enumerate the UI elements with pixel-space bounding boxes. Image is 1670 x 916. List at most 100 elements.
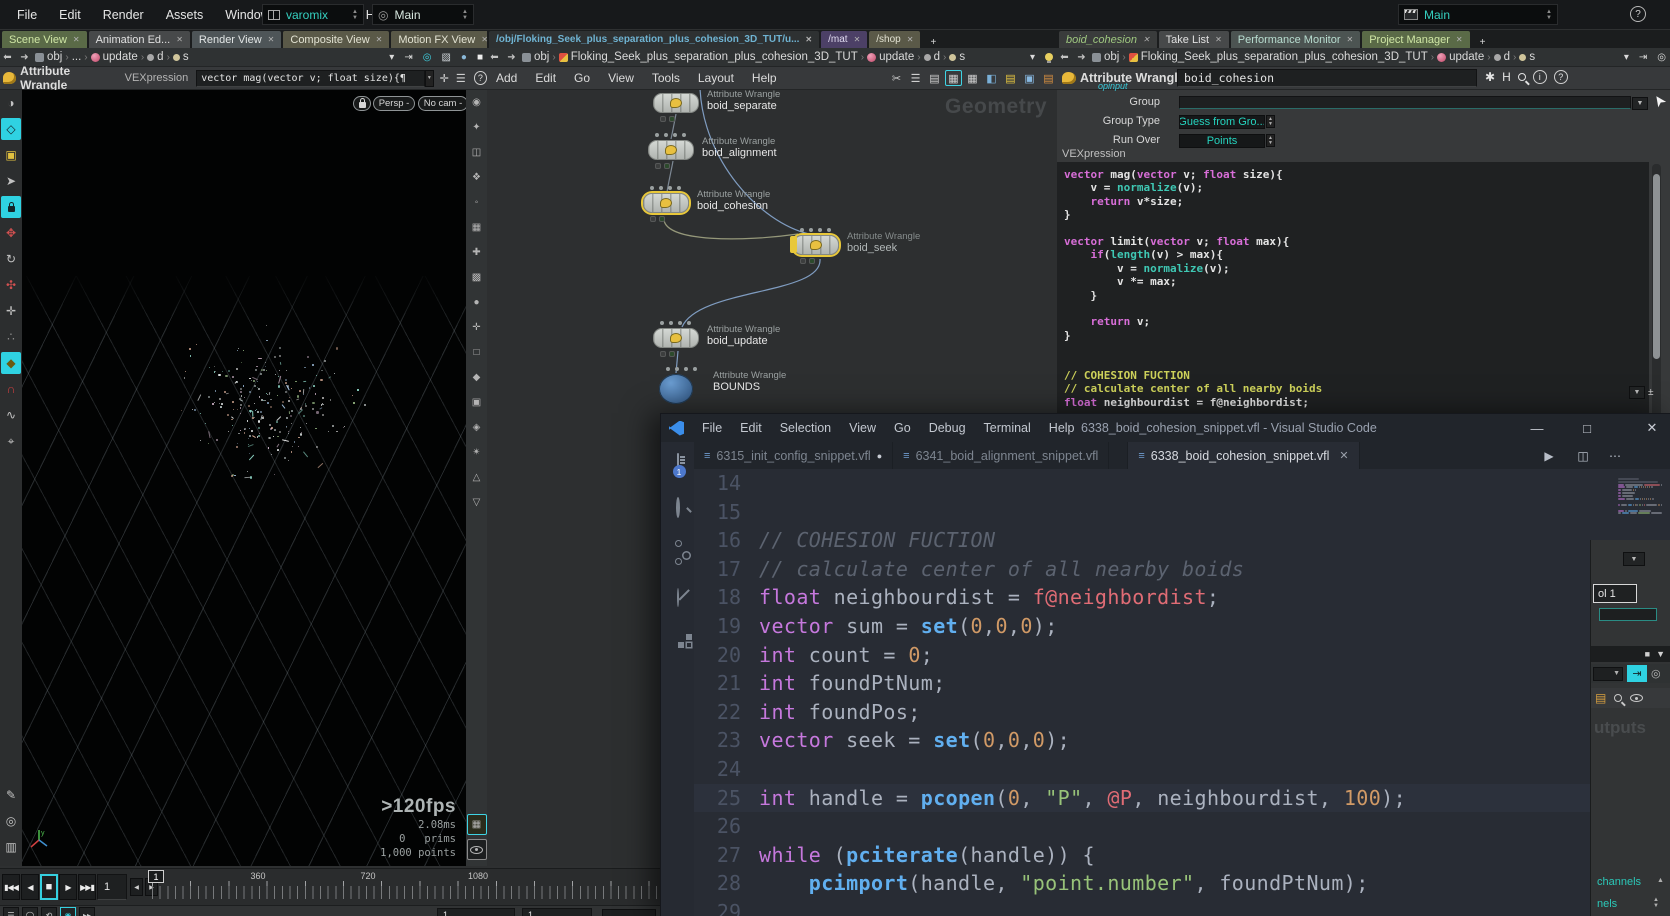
camera-tool[interactable]: ◎ xyxy=(1,810,21,832)
channels-label-2[interactable]: nels xyxy=(1597,898,1617,910)
vscode-tab-6315-init-config-snippet-vfl[interactable]: ≡6315_init_config_snippet.vfl● xyxy=(694,442,893,469)
close-icon[interactable]: ✕ xyxy=(1215,35,1222,44)
params-tab-boid-cohesion[interactable]: boid_cohesion✕ xyxy=(1059,31,1157,48)
clipped-field[interactable]: ol 1 xyxy=(1593,584,1637,603)
input-pip[interactable] xyxy=(800,228,804,232)
help-button[interactable]: ? xyxy=(1630,6,1646,22)
image-card-icon[interactable]: ▣ xyxy=(1021,70,1038,86)
shelf-set-selector[interactable]: Main ▲▼ xyxy=(1398,4,1558,25)
display-opt-13[interactable]: ▣ xyxy=(467,392,487,413)
scene-tab-motion-fx-view[interactable]: Motion FX View✕ xyxy=(391,31,495,48)
network-tab-obj-floking-seek-plus-separation-plus-cohesion-3d-tut-u[interactable]: /obj/Floking_Seek_plus_separation_plus_c… xyxy=(489,31,819,48)
code-line-15[interactable]: 15 xyxy=(694,498,1618,527)
node-boid-cohesion[interactable] xyxy=(643,193,689,213)
spinner-icon[interactable]: ▲▼ xyxy=(1266,115,1275,128)
close-icon[interactable]: ✕ xyxy=(1143,35,1150,44)
menu-edit[interactable]: Edit xyxy=(48,8,92,22)
param-dropdown-run-over[interactable]: Points xyxy=(1179,134,1265,148)
code-line-26[interactable]: 26 xyxy=(694,812,1618,841)
close-icon[interactable]: ✕ xyxy=(376,35,383,44)
houdini-logo-icon[interactable]: H xyxy=(1502,70,1511,84)
vscode-menu-selection[interactable]: Selection xyxy=(771,421,840,435)
network-menu-edit[interactable]: Edit xyxy=(526,71,565,85)
input-pip[interactable] xyxy=(684,367,688,371)
input-pip[interactable] xyxy=(827,228,831,232)
add-param-icon[interactable]: ✛ xyxy=(440,72,449,85)
display-opt-12[interactable]: ◆ xyxy=(467,367,487,388)
spinner-icon[interactable]: ▲▼ xyxy=(1546,9,1552,21)
sphere-icon[interactable]: ● xyxy=(461,52,467,63)
code-line-22[interactable]: 22int foundPos; xyxy=(694,698,1618,727)
lock-badge-icon[interactable] xyxy=(800,258,806,264)
select-geometry-tool[interactable]: ◇ xyxy=(1,118,21,140)
field-dropdown-icon[interactable]: ▼ xyxy=(425,70,434,87)
no-cam-pill[interactable]: No cam - xyxy=(418,96,466,111)
scene-crumb-update[interactable]: update xyxy=(90,51,139,63)
search-icon[interactable] xyxy=(1614,694,1622,702)
group-menu-icon[interactable]: ▼ xyxy=(1632,97,1648,110)
network-menu-view[interactable]: View xyxy=(599,71,643,85)
search-icon[interactable] xyxy=(1518,73,1526,81)
close-icon[interactable]: ✕ xyxy=(73,35,80,44)
lock-badge-icon[interactable] xyxy=(660,351,666,357)
modified-dot-icon[interactable]: ● xyxy=(877,451,882,461)
target-tool[interactable]: ⌖ xyxy=(1,430,21,452)
node-boid-alignment[interactable] xyxy=(648,140,694,160)
network-menu-layout[interactable]: Layout xyxy=(689,71,743,85)
info-icon[interactable]: i xyxy=(1533,70,1547,84)
forward-arrow-icon[interactable]: ➜ xyxy=(17,52,32,63)
play-reverse-button[interactable]: ◀ xyxy=(21,874,39,900)
pane-square-icon[interactable]: ■ xyxy=(1645,649,1650,659)
search-icon[interactable] xyxy=(676,499,680,517)
display-opt-4[interactable]: ❖ xyxy=(467,167,487,188)
path-dropdown-icon[interactable]: ▾ xyxy=(389,52,394,63)
code-line-28[interactable]: 28 pcimport(handle, "point.number", foun… xyxy=(694,869,1618,898)
grid-layout-icon[interactable]: ▦ xyxy=(945,70,962,86)
code-line-23[interactable]: 23vector seek = set(0,0,0); xyxy=(694,726,1618,755)
input-pip[interactable] xyxy=(818,228,822,232)
params-crumb-obj[interactable]: obj xyxy=(1091,51,1120,63)
display-badge-icon[interactable] xyxy=(809,258,815,264)
help-icon[interactable]: ? xyxy=(1554,70,1568,84)
view-tool[interactable]: ◑ xyxy=(1,92,21,114)
menu-icon[interactable]: ☰ xyxy=(3,907,19,916)
collapse-icon[interactable]: ▲ xyxy=(1657,877,1664,884)
display-badge-icon[interactable] xyxy=(659,216,665,222)
cube-icon[interactable]: ▧ xyxy=(441,52,450,63)
code-line-24[interactable]: 24 xyxy=(694,755,1618,784)
spinner-icon[interactable]: ▲▼ xyxy=(1653,897,1659,909)
input-pip[interactable] xyxy=(655,133,659,137)
close-icon[interactable]: ✕ xyxy=(1347,35,1354,44)
pane-menu-icon[interactable]: ▼ xyxy=(1656,649,1665,659)
node-boid-separate[interactable] xyxy=(653,93,699,113)
code-menu-icon[interactable]: ▼ xyxy=(1629,386,1645,399)
pin-icon[interactable]: ⇥ xyxy=(1639,52,1647,63)
network-menu-go[interactable]: Go xyxy=(565,71,599,85)
input-pip[interactable] xyxy=(664,133,668,137)
vscode-minimap[interactable] xyxy=(1618,472,1662,518)
rotate-tool[interactable]: ↻ xyxy=(1,248,21,270)
grid-layout2-icon[interactable]: ▦ xyxy=(964,70,981,86)
network-crumb-d[interactable]: d xyxy=(923,51,941,63)
explorer-icon[interactable]: 1 xyxy=(677,454,679,472)
display-opt-3[interactable]: ◫ xyxy=(467,142,487,163)
slate-tool[interactable]: ▥ xyxy=(1,836,21,858)
channels-label[interactable]: channels xyxy=(1597,876,1641,888)
display-badge-icon[interactable] xyxy=(669,351,675,357)
perspective-pill[interactable]: Persp - xyxy=(373,96,415,111)
pose-tool[interactable]: ✛ xyxy=(1,300,21,322)
input-pip[interactable] xyxy=(666,367,670,371)
range-start-field[interactable]: 1 xyxy=(437,908,515,916)
network-menu-add[interactable]: Add xyxy=(487,71,526,85)
range-icon[interactable]: ▸▸ xyxy=(79,907,95,916)
new-tab-button[interactable]: + xyxy=(1480,37,1486,48)
range-slider[interactable] xyxy=(602,909,656,916)
layout-selector[interactable]: ◎ Main ▲▼ xyxy=(372,4,474,25)
code-line-27[interactable]: 27while (pciterate(handle)) { xyxy=(694,841,1618,870)
code-line-25[interactable]: 25int handle = pcopen(0, "P", @P, neighb… xyxy=(694,784,1618,813)
display-opt-1[interactable]: ◉ xyxy=(467,92,487,113)
snapshot-icon[interactable]: ■ xyxy=(477,52,483,63)
playhead-flag[interactable]: 1 xyxy=(148,870,164,883)
close-icon[interactable]: ✕ xyxy=(176,35,183,44)
params-crumb-s[interactable]: s xyxy=(1518,51,1536,63)
